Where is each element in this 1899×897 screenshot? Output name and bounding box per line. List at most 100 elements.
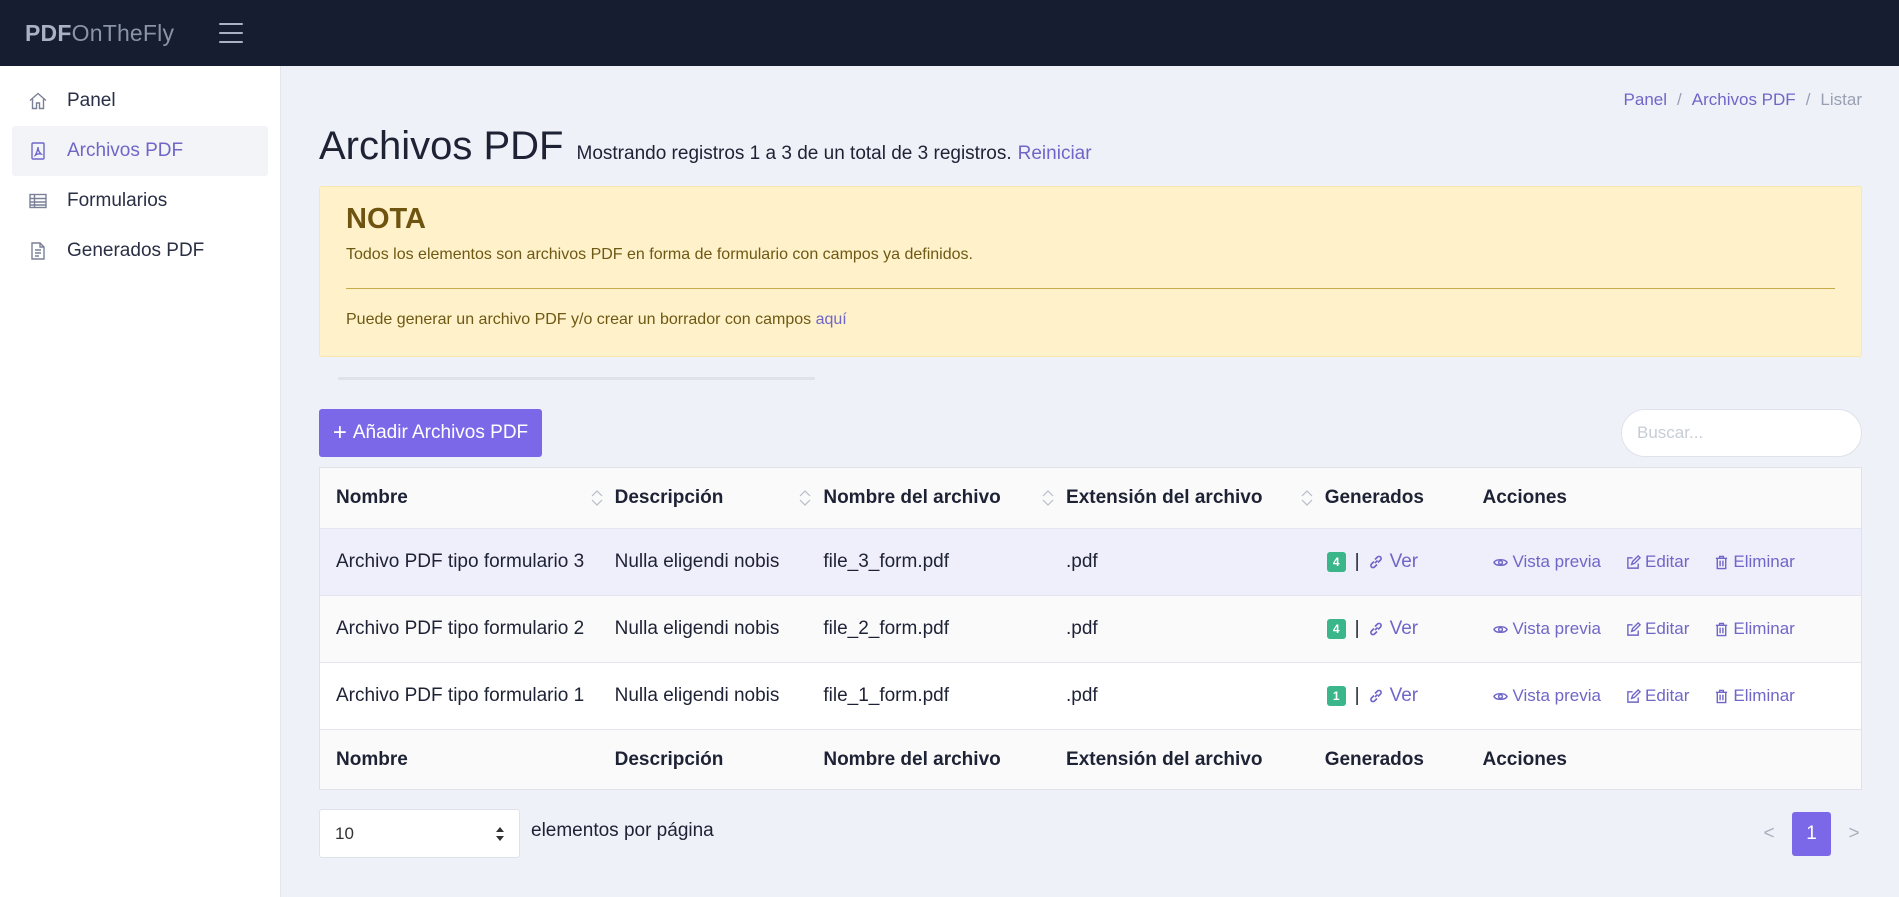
menu-toggle-icon[interactable]	[219, 23, 244, 43]
add-pdf-label: Añadir Archivos PDF	[352, 422, 529, 443]
sidebar-item-label: Panel	[67, 90, 116, 111]
generated-count-badge: 1	[1326, 686, 1346, 706]
view-generated-link[interactable]: Ver	[1368, 551, 1418, 573]
add-pdf-button[interactable]: + Añadir Archivos PDF	[319, 409, 542, 457]
cell-extension: .pdf	[1066, 685, 1098, 706]
sort-icon[interactable]	[1301, 488, 1313, 508]
edit-icon	[1627, 688, 1641, 703]
sidebar-item-label: Generados PDF	[67, 240, 205, 261]
plus-icon: +	[332, 419, 347, 446]
preview-button[interactable]: Vista previa	[1493, 552, 1601, 572]
breadcrumb: Panel / Archivos PDF / Listar	[1624, 90, 1862, 110]
sort-icon[interactable]	[591, 488, 603, 508]
cell-actions: Vista previa Editar Eliminar	[1482, 619, 1861, 639]
generated-count-badge: 4	[1326, 619, 1346, 639]
note-title: NOTA	[346, 203, 427, 235]
delete-button[interactable]: Eliminar	[1714, 686, 1795, 706]
trash-icon	[1716, 622, 1728, 636]
view-generated-link[interactable]: Ver	[1368, 685, 1418, 707]
sidebar-item-formularios[interactable]: Formularios	[12, 176, 268, 226]
breadcrumb-current: Listar	[1820, 90, 1862, 109]
sort-icon[interactable]	[1042, 488, 1054, 508]
cell-description: Nulla eligendi nobis	[614, 618, 780, 639]
per-page-value: 10	[335, 823, 354, 843]
page-title: Archivos PDF	[319, 124, 564, 168]
table-row[interactable]: Archivo PDF tipo formulario 2 Nulla elig…	[320, 595, 1861, 662]
cell-extension: .pdf	[1066, 551, 1098, 572]
column-header-generados: Generados	[1324, 487, 1424, 508]
per-page-label: elementos por página	[531, 820, 714, 841]
cell-file: file_2_form.pdf	[823, 618, 950, 639]
sidebar-item-archivos-pdf[interactable]: Archivos PDF	[12, 126, 268, 176]
edit-button[interactable]: Editar	[1626, 619, 1689, 639]
generated-count-badge: 4	[1326, 552, 1346, 572]
note-here-link[interactable]: aquí	[816, 311, 847, 328]
search-input[interactable]	[1621, 409, 1862, 457]
cell-extension: .pdf	[1066, 618, 1098, 639]
column-footer-generados: Generados	[1324, 748, 1424, 770]
column-footer-extension: Extensión del archivo	[1066, 748, 1263, 770]
per-page-select[interactable]: 10	[319, 809, 520, 858]
column-header-descripcion[interactable]: Descripción	[615, 487, 824, 509]
sort-icon[interactable]	[799, 488, 811, 508]
preview-button[interactable]: Vista previa	[1493, 686, 1601, 706]
column-header-nombre-archivo[interactable]: Nombre del archivo	[823, 487, 1066, 509]
note-text: Todos los elementos son archivos PDF en …	[346, 246, 973, 263]
table-row[interactable]: Archivo PDF tipo formulario 3 Nulla elig…	[320, 528, 1861, 595]
pdf-files-table: Nombre Descripción Nombre del archivo Ex…	[319, 467, 1862, 790]
breadcrumb-link-panel[interactable]: Panel	[1624, 90, 1667, 110]
reset-link[interactable]: Reiniciar	[1018, 143, 1092, 165]
cell-name: Archivo PDF tipo formulario 3	[336, 551, 585, 572]
delete-button[interactable]: Eliminar	[1714, 619, 1795, 639]
link-icon	[1369, 555, 1382, 569]
column-header-acciones: Acciones	[1482, 487, 1567, 508]
column-footer-nombre-archivo: Nombre del archivo	[823, 748, 1001, 770]
edit-icon	[1627, 621, 1641, 636]
column-footer-descripcion: Descripción	[614, 748, 724, 770]
cell-file: file_1_form.pdf	[823, 685, 950, 706]
sidebar-item-generados-pdf[interactable]: Generados PDF	[12, 226, 268, 276]
sidebar-item-panel[interactable]: Panel	[12, 76, 268, 126]
cell-generated: 4 | Ver	[1325, 551, 1483, 573]
records-summary: Mostrando registros 1 a 3 de un total de…	[576, 143, 1012, 164]
home-icon	[28, 91, 48, 111]
cell-description: Nulla eligendi nobis	[614, 551, 780, 572]
cell-generated: 4 | Ver	[1325, 618, 1483, 640]
prev-page-button[interactable]: <	[1754, 823, 1784, 845]
next-page-button[interactable]: >	[1839, 823, 1869, 845]
cell-name: Archivo PDF tipo formulario 2	[336, 618, 585, 639]
view-generated-link[interactable]: Ver	[1368, 618, 1418, 640]
eye-icon	[1493, 625, 1509, 633]
table-footer-row: Nombre Descripción Nombre del archivo Ex…	[320, 729, 1861, 789]
cell-name: Archivo PDF tipo formulario 1	[336, 685, 585, 706]
column-footer-acciones: Acciones	[1482, 748, 1567, 770]
link-icon	[1369, 622, 1382, 636]
cell-actions: Vista previa Editar Eliminar	[1482, 552, 1861, 572]
breadcrumb-separator: /	[1677, 90, 1682, 109]
progress-divider	[338, 377, 815, 380]
trash-icon	[1716, 555, 1728, 569]
page-1-button[interactable]: 1	[1792, 812, 1831, 856]
edit-button[interactable]: Editar	[1626, 686, 1689, 706]
table-header-row: Nombre Descripción Nombre del archivo Ex…	[320, 468, 1861, 528]
column-header-extension[interactable]: Extensión del archivo	[1066, 487, 1325, 509]
cell-file: file_3_form.pdf	[823, 551, 950, 572]
edit-button[interactable]: Editar	[1626, 552, 1689, 572]
note-divider	[346, 288, 1835, 289]
preview-button[interactable]: Vista previa	[1493, 619, 1601, 639]
delete-button[interactable]: Eliminar	[1714, 552, 1795, 572]
trash-icon	[1716, 689, 1728, 703]
breadcrumb-separator: /	[1805, 90, 1811, 109]
select-arrows-icon	[496, 827, 504, 841]
column-header-nombre[interactable]: Nombre	[320, 487, 615, 509]
breadcrumb-link-archivos-pdf[interactable]: Archivos PDF	[1692, 90, 1796, 110]
table-row[interactable]: Archivo PDF tipo formulario 1 Nulla elig…	[320, 662, 1861, 729]
sidebar-item-label: Formularios	[67, 190, 168, 211]
cell-generated: 1 | Ver	[1325, 685, 1483, 707]
link-icon	[1369, 689, 1382, 703]
note-alert: NOTA Todos los elementos son archivos PD…	[319, 186, 1862, 357]
page-header: Archivos PDF Mostrando registros 1 a 3 d…	[319, 124, 1092, 169]
edit-icon	[1627, 554, 1641, 569]
note-text-2: Puede generar un archivo PDF y/o crear u…	[346, 311, 847, 328]
brand-logo[interactable]: PDFOnTheFly	[25, 20, 174, 47]
